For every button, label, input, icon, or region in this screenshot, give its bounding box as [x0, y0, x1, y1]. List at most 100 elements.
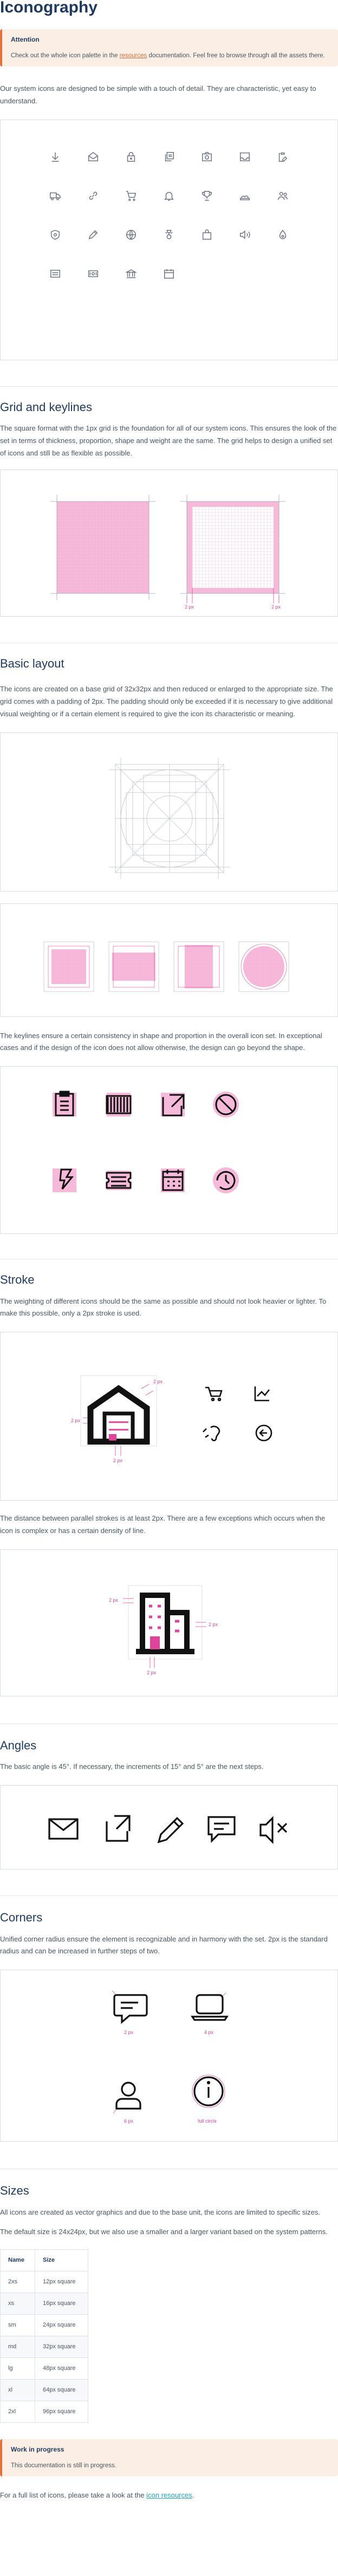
icon-overview-grid [1, 147, 337, 283]
camera-icon [197, 147, 217, 167]
corners-illustration: 2 px 4 px 6 px full circle [112, 1990, 229, 2124]
work-in-progress-notice: Work in progress This documentation is s… [0, 2439, 338, 2477]
chat-lines-icon [207, 1816, 236, 1843]
angles-heading: Angles [0, 1738, 37, 1752]
icon-resources-link[interactable]: icon resources [146, 2491, 192, 2499]
link-icon [83, 186, 103, 206]
pen-icon [83, 225, 103, 245]
grid-illustration: 2 px 2 px [50, 494, 285, 610]
corner-label-2px: 2 px [124, 2030, 134, 2035]
award-icon [159, 225, 179, 245]
keyline-grid-illustration [109, 757, 230, 879]
size-name: xl [0, 2379, 35, 2402]
cloud-shapes-icon [235, 186, 255, 206]
money-icon [83, 264, 103, 283]
wip-title: Work in progress [11, 2446, 64, 2454]
stroke-label-left: 2 px [71, 1418, 81, 1423]
distance-label-left: 2 px [109, 1597, 119, 1603]
keyline-square [43, 941, 94, 992]
section-divider [0, 1723, 338, 1724]
stroke-card: 2 px 2 px 2 px [0, 1332, 338, 1501]
base-grid-square [50, 494, 155, 600]
clipboard-edit-icon [273, 147, 292, 167]
grid-illustration-card: 2 px 2 px [0, 469, 338, 617]
users-icon [273, 186, 292, 206]
size-value: 24px square [35, 2314, 88, 2337]
size-value: 16px square [35, 2293, 88, 2315]
bell-icon [159, 186, 179, 206]
globe-icon [121, 225, 141, 245]
inbox-icon [235, 147, 255, 167]
bag-icon [197, 225, 217, 245]
table-row: 2xs 12px square [0, 2271, 88, 2294]
notice-text: Check out the whole icon palette in the … [11, 50, 329, 61]
table-row: lg 48px square [0, 2357, 88, 2380]
sizes-heading: Sizes [0, 2184, 29, 2198]
keyline-landscape [108, 941, 159, 992]
building-icon [128, 1585, 203, 1659]
table-row: xl 64px square [0, 2379, 88, 2402]
table-row: 2xl 96px square [0, 2401, 88, 2423]
hearing-icon [203, 1425, 220, 1442]
padding-grid-square: 2 px 2 px [180, 494, 285, 610]
corner-label-6px: 6 px [124, 2118, 134, 2124]
size-value: 32px square [35, 2336, 88, 2359]
corner-label-4px: 4 px [204, 2030, 214, 2035]
grid-heading: Grid and keylines [0, 400, 92, 414]
mute-icon [259, 1816, 288, 1844]
table-row: sm 24px square [0, 2314, 88, 2337]
keyline-shapes-card [0, 903, 338, 1017]
attention-notice: Attention Check out the whole icon palet… [0, 29, 338, 67]
user-icon [115, 2082, 141, 2110]
notice-text-after: documentation. Feel free to browse throu… [147, 52, 325, 60]
column-header-name: Name [0, 2249, 35, 2272]
laptop-icon [191, 1994, 229, 2021]
wip-text: This documentation is still in progress. [11, 2462, 116, 2469]
corners-paragraph: Unified corner radius ensure the element… [0, 1934, 328, 1956]
notice-text-before: Check out the whole icon palette in the [11, 52, 120, 60]
stroke-label-top: 2 px [153, 1379, 163, 1384]
size-value: 48px square [35, 2357, 88, 2380]
padding-label-right: 2 px [271, 604, 281, 610]
icon-overview-card [0, 119, 338, 360]
envelope-icon [48, 1818, 79, 1840]
basic-layout-paragraph: The icons are created on a base grid of … [0, 685, 333, 718]
corner-label-full-circle: full circle [198, 2118, 217, 2124]
documentation-page: Iconography Attention Check out the whol… [0, 0, 338, 2524]
sizes-paragraph-2: The default size is 24x24px, but we also… [0, 2228, 328, 2236]
slider-pad-icon [46, 264, 65, 283]
resources-link[interactable]: resources [120, 52, 147, 59]
keyline-circle [238, 941, 289, 992]
stroke-label-bottom: 2 px [113, 1458, 123, 1463]
cart-icon [121, 186, 141, 206]
keyline-examples [53, 1091, 239, 1193]
size-value: 96px square [35, 2401, 88, 2423]
distance-label-right: 2 px [209, 1622, 218, 1627]
stroke-distance-card: 2 px 2 px 2 px [0, 1549, 338, 1696]
size-name: lg [0, 2357, 35, 2380]
calendar-icon [159, 264, 179, 283]
pencil-icon [157, 1817, 184, 1844]
size-name: sm [0, 2314, 35, 2337]
bank-icon [121, 264, 141, 283]
copy-icon [159, 147, 179, 167]
table-row: md 32px square [0, 2336, 88, 2359]
chat-bubble-icon [113, 1994, 148, 2024]
basic-layout-heading: Basic layout [0, 656, 64, 670]
table-header-row: Name Size [0, 2249, 88, 2272]
keyline-portrait [173, 941, 224, 992]
footer-paragraph: For a full list of icons, please take a … [0, 2489, 338, 2502]
trophy-icon [197, 186, 217, 206]
stroke-illustration: 2 px 2 px 2 px [71, 1375, 272, 1463]
share-out-icon [106, 1815, 131, 1842]
angles-card [0, 1785, 338, 1870]
lock-icon [121, 147, 141, 167]
section-divider [0, 1895, 338, 1896]
angles-paragraph: The basic angle is 45°. If necessary, th… [0, 1762, 264, 1771]
size-name: 2xl [0, 2401, 35, 2423]
notice-title: Attention [11, 36, 40, 43]
arrow-left-circle-icon [255, 1424, 272, 1442]
page-title: Iconography [0, 0, 98, 16]
size-name: 2xs [0, 2271, 35, 2294]
warehouse-icon [80, 1375, 157, 1446]
